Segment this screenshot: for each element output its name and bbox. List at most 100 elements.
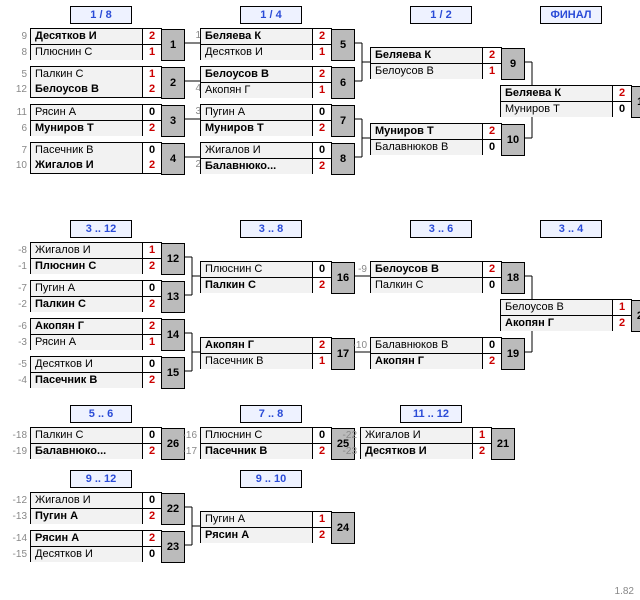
round-header-r12: 1 / 2 [410,6,472,24]
match-m11: Беляева К2Муниров Т011 [500,85,632,117]
score: 1 [312,83,331,98]
match-row: Палкин С2 [201,277,331,293]
player-name: Десятков И [31,29,142,44]
seed: -23 [339,446,357,457]
seed: -16 [179,430,197,441]
player-name: Рясин А [201,528,312,543]
score: 0 [612,102,631,117]
seed: -15 [9,549,27,560]
score: 2 [142,121,161,136]
match-m20: Белоусов В1Акопян Г220 [500,299,632,331]
score: 0 [312,428,331,443]
round-header-r912: 9 .. 12 [70,470,132,488]
match-row: Муниров Т2 [201,120,331,136]
seed: -17 [179,446,197,457]
player-name: Жигалов И [201,143,312,158]
score: 1 [142,45,161,60]
player-name: Пасечник В [201,444,312,459]
score: 2 [472,444,491,459]
player-name: Рясин А [31,531,142,546]
match-number: 19 [501,338,525,370]
score: 2 [612,86,631,101]
player-name: Акопян Г [371,354,482,369]
player-name: Десятков И [31,357,142,372]
seed: -1 [9,261,27,272]
match-number: 11 [631,86,640,118]
player-name: Белоусов В [501,300,612,315]
match-row: -3Рясин А1 [31,334,161,350]
score: 2 [142,259,161,274]
seed: -6 [9,321,27,332]
match-row: -7Пугин А0 [31,281,161,296]
player-name: Жигалов И [31,493,142,508]
match-row: -2Палкин С2 [31,296,161,312]
match-m2: 5Палкин С1412Белоусов В22 [30,66,162,98]
seed: 12 [9,84,27,95]
match-row: Акопян Г2 [501,315,631,331]
player-name: Акопян Г [201,83,312,98]
score: 0 [142,143,161,158]
score: 2 [312,159,331,174]
player-name: Пугин А [31,509,142,524]
post-seed: 3 [187,106,201,117]
match-m10: Муниров Т2Балавнюков В010 [370,123,502,155]
round-header-r34: 3 .. 4 [540,220,602,238]
match-row: -1Плюснин С2 [31,258,161,274]
score: 2 [142,373,161,388]
score: 2 [312,528,331,543]
player-name: Палкин С [371,278,482,293]
match-m25: -16Плюснин С0-17Пасечник В225 [200,427,332,459]
match-row: -14Рясин А2 [31,531,161,546]
match-m7: Пугин А0Муниров Т27 [200,104,332,136]
score: 1 [142,335,161,350]
player-name: Акопян Г [201,338,312,353]
match-number: 2 [161,67,185,99]
match-row: Рясин А2 [201,527,331,543]
score: 1 [612,300,631,315]
score: 0 [142,281,161,296]
seed: -13 [9,511,27,522]
match-row: Акопян Г1 [201,82,331,98]
seed: 5 [9,69,27,80]
player-name: Плюснин С [31,259,142,274]
score: 1 [482,64,501,79]
score: 2 [142,29,161,44]
post-seed: 1 [187,30,201,41]
match-number: 14 [161,319,185,351]
version-label: 1.82 [615,586,634,597]
player-name: Десятков И [361,444,472,459]
score: 0 [312,105,331,120]
match-number: 3 [161,105,185,137]
score: 0 [142,357,161,372]
player-name: Балавнюко... [201,159,312,174]
player-name: Муниров Т [501,102,612,117]
score: 0 [142,493,161,508]
match-m13: -7Пугин А0-2Палкин С213 [30,280,162,312]
score: 2 [312,444,331,459]
match-m21: -22Жигалов И1-23Десятков И221 [360,427,492,459]
match-number: 20 [631,300,640,332]
seed: 10 [9,160,27,171]
player-name: Рясин А [31,105,142,120]
score: 2 [142,509,161,524]
match-m5: Беляева К2Десятков И15 [200,28,332,60]
player-name: Пугин А [31,281,142,296]
player-name: Акопян Г [501,316,612,331]
player-name: Муниров Т [31,121,142,136]
match-number: 1 [161,29,185,61]
round-header-r910: 9 .. 10 [240,470,302,488]
match-number: 18 [501,262,525,294]
match-row: Муниров Т0 [501,101,631,117]
seed: 7 [9,145,27,156]
seed: 8 [9,47,27,58]
match-row: Беляева К2 [201,29,331,44]
match-row: Пугин А0 [201,105,331,120]
match-m22: -12Жигалов И0-13Пугин А222 [30,492,162,524]
match-number: 8 [331,143,355,175]
score: 1 [312,512,331,527]
match-number: 9 [501,48,525,80]
seed: -14 [9,533,27,544]
round-header-r14: 1 / 4 [240,6,302,24]
player-name: Десятков И [31,547,142,562]
round-header-r18: 1 / 8 [70,6,132,24]
